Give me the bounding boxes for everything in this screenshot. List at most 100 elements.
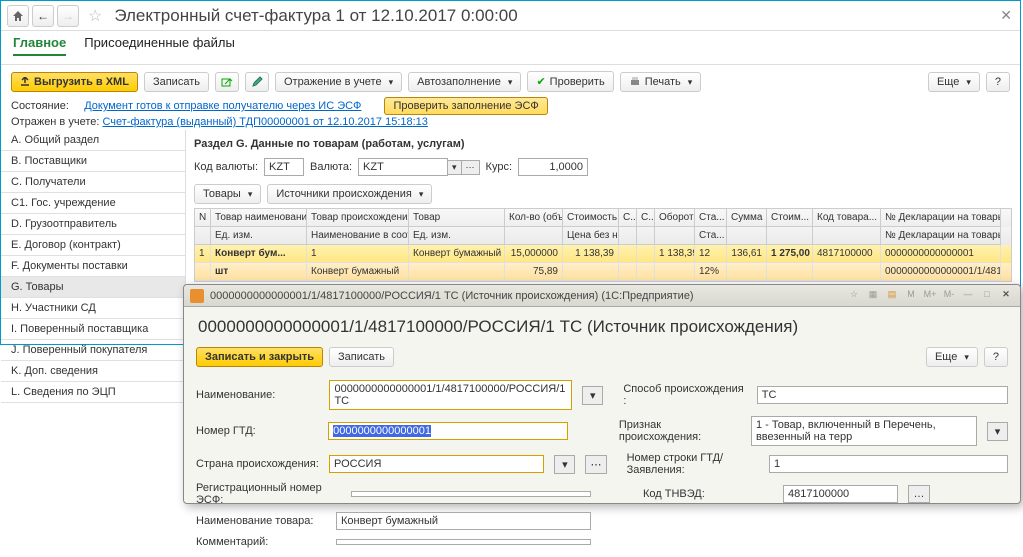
col-name: Товар наименование <box>211 209 307 227</box>
status-row-2: Отражен в учете: Счет-фактура (выданный)… <box>1 114 1020 130</box>
titlebar: ← → ☆ Электронный счет-фактура 1 от 12.1… <box>1 1 1020 31</box>
gtd-label: Номер ГТД: <box>196 425 318 437</box>
line-label: Номер строки ГТД/Заявления: <box>617 452 759 476</box>
sidebar-item-l[interactable]: L. Сведения по ЭЦП <box>1 382 185 403</box>
sidebar-item-c1[interactable]: C1. Гос. учреждение <box>1 193 185 214</box>
feature-label: Признак происхождения: <box>609 419 741 443</box>
name-caret[interactable]: ▾ <box>582 386 603 405</box>
dialog-close-icon[interactable]: ✕ <box>998 289 1014 303</box>
dialog-titlebar: 0000000000000001/1/4817100000/РОССИЯ/1 Т… <box>184 285 1020 307</box>
col-cost: Стоимость без ... <box>563 209 619 227</box>
col-s1: С... <box>619 209 637 227</box>
origins-dropdown[interactable]: Источники происхождения <box>267 184 432 204</box>
star-icon[interactable]: ☆ <box>88 6 102 26</box>
comment-input[interactable] <box>336 539 591 545</box>
rate-input[interactable]: 1,0000 <box>518 158 588 176</box>
goods-dropdown[interactable]: Товары <box>194 184 261 204</box>
forward-button[interactable]: → <box>57 5 79 27</box>
close-icon[interactable]: ✕ <box>1000 7 1012 24</box>
goods-name-input[interactable]: Конверт бумажный <box>336 512 591 530</box>
col-s2: С... <box>637 209 655 227</box>
m-icon[interactable]: M <box>903 289 919 303</box>
help-button[interactable]: ? <box>986 72 1010 92</box>
save-button[interactable]: Записать <box>144 72 209 92</box>
status-row-1: Состояние: Документ готов к отправке пол… <box>1 98 1020 114</box>
tabs: Главное Присоединенные файлы <box>1 31 1020 65</box>
sidebar-item-j[interactable]: J. Поверенный покупателя <box>1 340 185 361</box>
country-input[interactable]: РОССИЯ <box>329 455 544 473</box>
window-title: Электронный счет-фактура 1 от 12.10.2017… <box>114 6 517 26</box>
feature-caret[interactable]: ▾ <box>987 422 1008 441</box>
line-input[interactable]: 1 <box>769 455 1008 473</box>
col-goods: Товар <box>409 209 505 227</box>
col-code: Код товара... <box>813 209 881 227</box>
edit-button[interactable] <box>245 72 269 92</box>
name-input[interactable]: 0000000000000001/1/4817100000/РОССИЯ/1 Т… <box>329 380 572 410</box>
dialog-save-button[interactable]: Записать <box>329 347 394 367</box>
currency-code-value: KZT <box>264 158 304 176</box>
reflected-label: Отражен в учете: <box>11 116 99 128</box>
table-row[interactable]: 1 Конверт бум... 1 Конверт бумажный 15,0… <box>195 245 1011 263</box>
feature-input[interactable]: 1 - Товар, включенный в Перечень, ввезен… <box>751 416 977 446</box>
currency-select[interactable]: KZT ▾ ⋯ <box>358 158 480 176</box>
tnved-label: Код ТНВЭД: <box>633 488 773 500</box>
reg-input[interactable] <box>351 491 591 497</box>
sidebar-item-c[interactable]: C. Получатели <box>1 172 185 193</box>
col-rate: Ста... НДС <box>695 209 727 227</box>
maximize-icon[interactable]: □ <box>979 289 995 303</box>
tool1-icon[interactable]: ▦ <box>865 289 881 303</box>
post-button[interactable] <box>215 72 239 92</box>
export-xml-label: Выгрузить в XML <box>34 76 129 88</box>
sidebar-item-e[interactable]: E. Договор (контракт) <box>1 235 185 256</box>
sidebar-item-h[interactable]: H. Участники СД <box>1 298 185 319</box>
minimize-icon[interactable]: — <box>960 289 976 303</box>
origin-dialog: 0000000000000001/1/4817100000/РОССИЯ/1 Т… <box>183 284 1021 504</box>
goods-grid[interactable]: N Товар наименование Товар происхождения… <box>194 208 1012 282</box>
col-qty: Кол-во (объем) <box>505 209 563 227</box>
mminus-icon[interactable]: M- <box>941 289 957 303</box>
sidebar-item-b[interactable]: B. Поставщики <box>1 151 185 172</box>
reflect-button[interactable]: Отражение в учете <box>275 72 402 92</box>
save-close-button[interactable]: Записать и закрыть <box>196 347 323 367</box>
more-button[interactable]: Еще <box>928 72 980 92</box>
tab-main[interactable]: Главное <box>13 35 66 56</box>
calc-icon[interactable]: ▤ <box>884 289 900 303</box>
status-label: Состояние: <box>11 100 69 112</box>
tnved-input[interactable]: 4817100000 <box>783 485 898 503</box>
dialog-help-button[interactable]: ? <box>984 347 1008 367</box>
country-caret[interactable]: ▾ <box>554 455 575 474</box>
check-button[interactable]: ✔Проверить <box>527 71 613 92</box>
mplus-icon[interactable]: M+ <box>922 289 938 303</box>
table-row[interactable]: шт Конверт бумажный 75,89 12% 0000000000… <box>195 263 1011 281</box>
check-fill-button[interactable]: Проверить заполнение ЭСФ <box>384 97 547 115</box>
fav-icon[interactable]: ☆ <box>846 289 862 303</box>
sidebar-item-f[interactable]: F. Документы поставки <box>1 256 185 277</box>
name-label: Наименование: <box>196 389 319 401</box>
tnved-open[interactable]: … <box>908 485 930 503</box>
back-button[interactable]: ← <box>32 5 54 27</box>
rate-label: Курс: <box>486 161 512 173</box>
sidebar: A. Общий раздел B. Поставщики C. Получат… <box>1 130 186 335</box>
export-xml-button[interactable]: Выгрузить в XML <box>11 72 138 92</box>
sidebar-item-i[interactable]: I. Поверенный поставщика <box>1 319 185 340</box>
sidebar-item-g[interactable]: G. Товары <box>1 277 185 298</box>
method-label: Способ происхождения : <box>613 383 746 407</box>
goods-name-label: Наименование товара: <box>196 515 326 527</box>
tab-files[interactable]: Присоединенные файлы <box>84 35 235 56</box>
status-link[interactable]: Документ готов к отправке получателю чер… <box>84 100 361 112</box>
dialog-heading: 0000000000000001/1/4817100000/РОССИЯ/1 Т… <box>184 307 1020 343</box>
sidebar-item-k[interactable]: K. Доп. сведения <box>1 361 185 382</box>
gtd-input[interactable]: 0000000000000001 <box>328 422 568 440</box>
col-origin: Товар происхождения <box>307 209 409 227</box>
sidebar-item-a[interactable]: A. Общий раздел <box>1 130 185 151</box>
method-input[interactable]: ТС <box>757 386 1008 404</box>
autofill-button[interactable]: Автозаполнение <box>408 72 521 92</box>
country-open[interactable]: ⋯ <box>585 455 606 474</box>
home-button[interactable] <box>7 5 29 27</box>
print-button[interactable]: Печать <box>620 72 702 92</box>
dialog-title: 0000000000000001/1/4817100000/РОССИЯ/1 Т… <box>210 290 843 302</box>
dialog-more-button[interactable]: Еще <box>926 347 978 367</box>
col-turnover: Оборот по... <box>655 209 695 227</box>
reflected-link[interactable]: Счет-фактура (выданный) ТДП00000001 от 1… <box>102 116 427 128</box>
sidebar-item-d[interactable]: D. Грузоотправитель <box>1 214 185 235</box>
